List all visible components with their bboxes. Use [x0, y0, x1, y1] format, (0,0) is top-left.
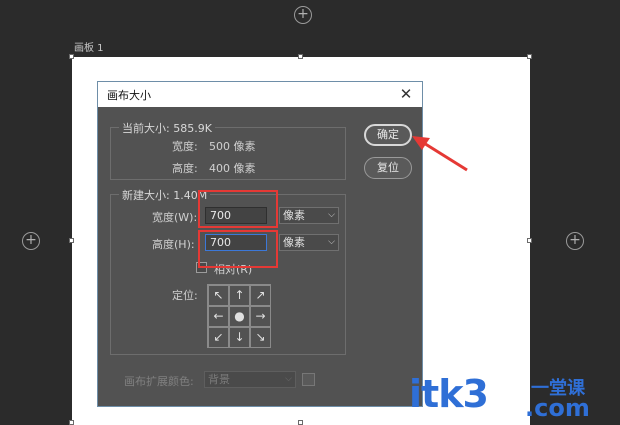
extension-color-label: 画布扩展颜色:	[124, 375, 194, 388]
add-artboard-left-icon[interactable]: +	[22, 232, 40, 250]
watermark-tail: 一堂课 .com	[521, 372, 611, 422]
extension-color-select[interactable]: 背景 ⌵	[204, 371, 296, 388]
width-unit-value: 像素	[283, 209, 305, 222]
anchor-top-icon[interactable]: ↑	[229, 285, 250, 306]
anchor-center-icon[interactable]: ●	[229, 306, 250, 327]
anchor-left-icon[interactable]: ←	[208, 306, 229, 327]
add-artboard-right-icon[interactable]: +	[566, 232, 584, 250]
chevron-down-icon: ⌵	[328, 210, 335, 220]
anchor-label: 定位:	[172, 289, 198, 302]
annotation-arrow-icon	[412, 136, 468, 172]
artboard-handle-bc[interactable]	[298, 420, 303, 425]
dialog-titlebar[interactable]: 画布大小 ✕	[98, 82, 422, 107]
current-size-legend: 当前大小: 585.9K	[119, 120, 215, 136]
highlight-box-height	[198, 230, 278, 268]
anchor-bottom-icon[interactable]: ↓	[229, 327, 250, 348]
artboard-handle-tl[interactable]	[69, 54, 74, 59]
current-width-value: 500 像素	[209, 140, 256, 153]
close-icon[interactable]: ✕	[396, 83, 416, 105]
artboard-label: 画板 1	[74, 43, 104, 54]
current-height-value: 400 像素	[209, 162, 256, 175]
artboard-handle-mr[interactable]	[527, 238, 532, 243]
ok-button[interactable]: 确定	[364, 124, 412, 146]
height-unit-value: 像素	[283, 236, 305, 249]
new-width-label: 宽度(W):	[152, 211, 198, 224]
watermark-logo: itk3 一堂课 .com	[409, 372, 609, 422]
reset-button[interactable]: 复位	[364, 157, 412, 179]
anchor-right-icon[interactable]: →	[250, 306, 271, 327]
dialog-title: 画布大小	[107, 89, 151, 102]
anchor-bottom-left-icon[interactable]: ↙	[208, 327, 229, 348]
artboard-handle-ml[interactable]	[69, 238, 74, 243]
chevron-down-icon: ⌵	[285, 374, 292, 384]
watermark-com: .com	[525, 394, 590, 422]
height-unit-select[interactable]: 像素 ⌵	[279, 234, 339, 251]
extension-color-swatch[interactable]	[302, 373, 315, 386]
chevron-down-icon: ⌵	[328, 237, 335, 247]
width-unit-select[interactable]: 像素 ⌵	[279, 207, 339, 224]
new-height-label: 高度(H):	[152, 238, 195, 251]
watermark-brand: itk3	[409, 372, 489, 416]
anchor-top-left-icon[interactable]: ↖	[208, 285, 229, 306]
anchor-grid: ↖ ↑ ↗ ← ● → ↙ ↓ ↘	[207, 284, 271, 348]
anchor-bottom-right-icon[interactable]: ↘	[250, 327, 271, 348]
new-size-legend: 新建大小: 1.40M	[119, 187, 211, 203]
artboard-handle-tr[interactable]	[527, 54, 532, 59]
add-artboard-top-icon[interactable]: +	[294, 6, 312, 24]
anchor-top-right-icon[interactable]: ↗	[250, 285, 271, 306]
current-height-label: 高度:	[172, 162, 198, 175]
artboard-handle-tc[interactable]	[298, 54, 303, 59]
artboard-handle-bl[interactable]	[69, 420, 74, 425]
highlight-box-width	[198, 190, 278, 228]
current-width-label: 宽度:	[172, 140, 198, 153]
extension-color-value: 背景	[208, 373, 230, 386]
